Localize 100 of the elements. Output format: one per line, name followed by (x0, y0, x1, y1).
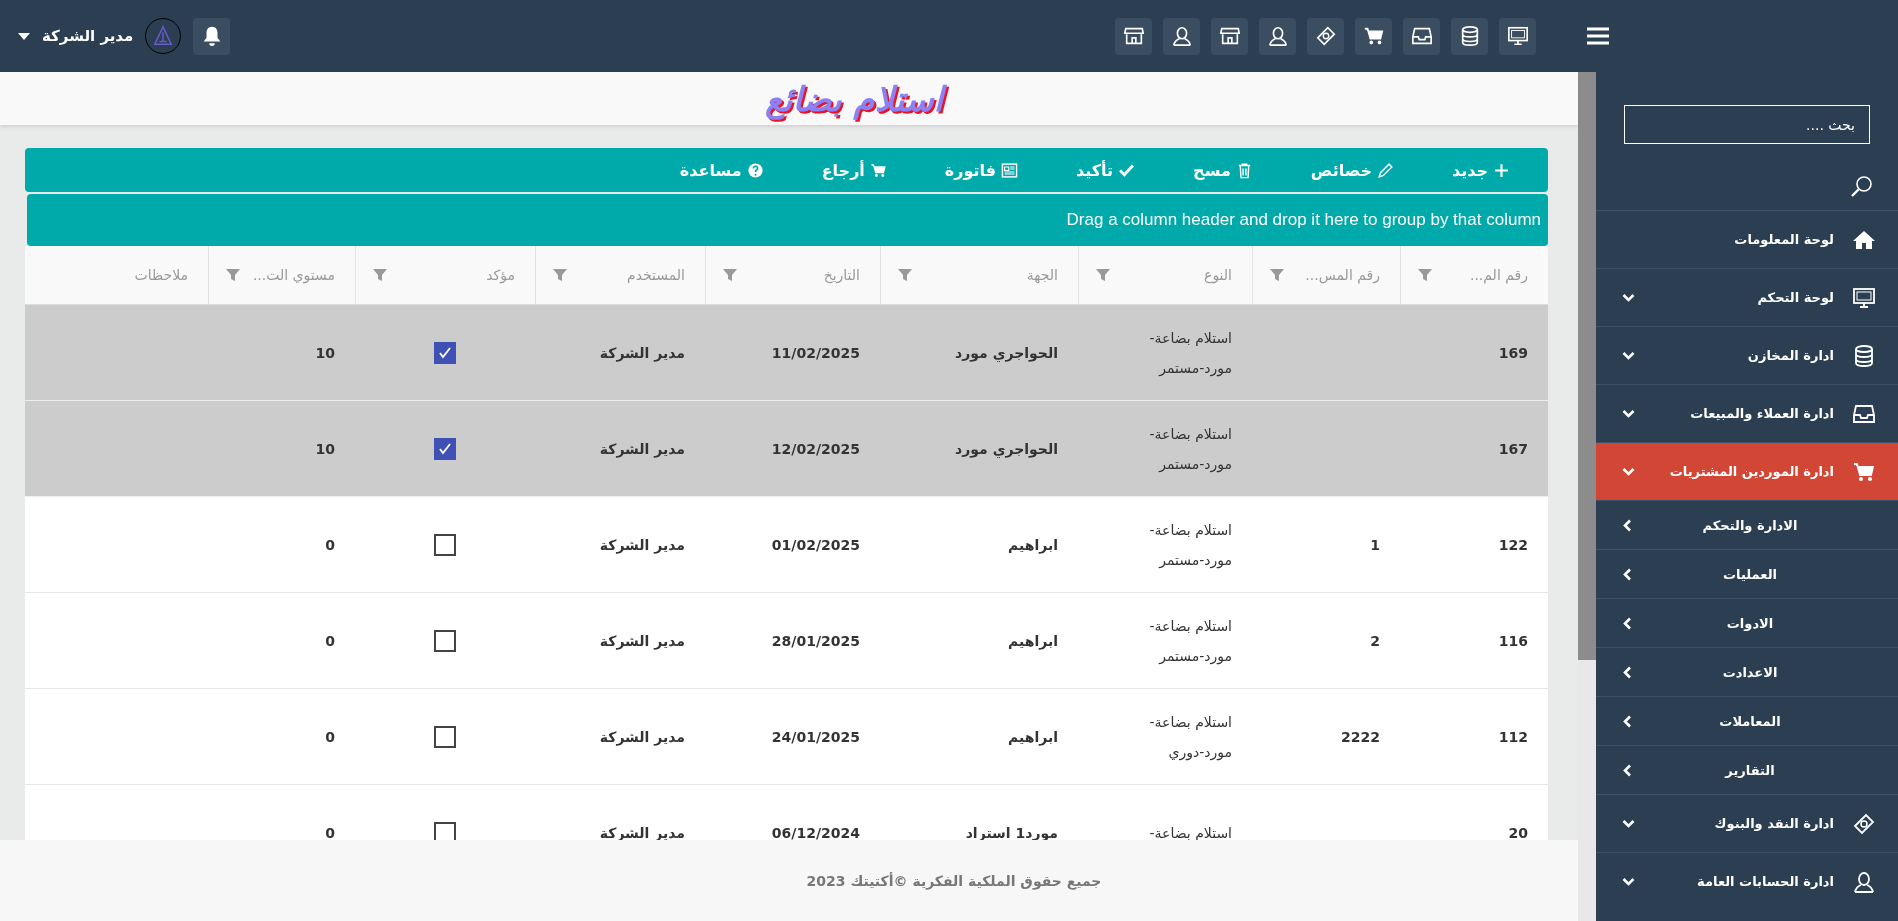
table-cell-text: ابراهيم (1007, 631, 1059, 652)
checkbox[interactable] (434, 533, 456, 556)
chevron-left-icon (1622, 665, 1632, 679)
table-cell-text: 0 (324, 727, 336, 747)
avatar-logo (145, 18, 182, 54)
inbox-icon (1410, 25, 1433, 47)
filter-icon[interactable] (897, 267, 913, 283)
chevron-down-icon (1622, 350, 1635, 361)
table-cell-text: ابراهيم (1007, 535, 1059, 556)
table-cell-text: استلام بضاعة- مورد-مستمر (1148, 616, 1233, 667)
sidebar-item[interactable]: ادارة الموردين المشتريات (1596, 442, 1898, 500)
help-icon (746, 161, 764, 179)
chevron-down-icon (1622, 818, 1635, 829)
table-cell-text: 2 (1369, 631, 1381, 651)
table-cell-text: مدير الشركة (598, 631, 686, 652)
banknote-button[interactable] (1307, 17, 1344, 55)
chevron-left-icon (1622, 714, 1632, 728)
user-icon (1266, 25, 1289, 47)
table-cell-text: 0 (324, 535, 336, 555)
table-cell-text: 0 (324, 631, 336, 651)
monitor-icon (1852, 285, 1876, 310)
table-cell-text: 06/12/2024 (770, 823, 861, 840)
checkbox[interactable] (434, 629, 456, 652)
filter-icon[interactable] (552, 267, 568, 283)
table-cell-text: 2222 (1340, 727, 1381, 747)
search-icon[interactable] (1850, 174, 1874, 198)
chevron-left-icon (1622, 616, 1632, 630)
table-cell-text: مدير الشركة (598, 823, 686, 840)
cart-button[interactable] (1355, 17, 1392, 55)
checkbox[interactable] (434, 437, 456, 460)
table-cell-text: مدير الشركة (598, 343, 686, 364)
table-cell-text: استلام بضاعة- مورد-دوري (1148, 712, 1233, 763)
table-cell-text: 169 (1497, 343, 1529, 363)
chevron-left-icon (1622, 518, 1632, 532)
user-icon (1852, 869, 1876, 894)
chevron-down-icon (1622, 876, 1635, 887)
filter-icon[interactable] (225, 267, 241, 283)
user-name[interactable]: مدير الشركة (42, 27, 134, 45)
chevron-left-icon (1622, 763, 1632, 777)
table-cell-text: 12/02/2025 (770, 439, 861, 459)
store-button[interactable] (1211, 17, 1248, 55)
plus-icon (1493, 161, 1510, 179)
filter-icon[interactable] (722, 267, 738, 283)
user-button[interactable] (1163, 17, 1200, 55)
inbox-button[interactable] (1403, 17, 1440, 55)
chevron-down-icon (1622, 466, 1635, 477)
search-field[interactable]: بحث .... (1624, 105, 1870, 144)
monitor-button[interactable] (1499, 17, 1536, 55)
table-cell-text: 28/01/2025 (770, 631, 861, 651)
table-cell-text: الحواجري مورد (954, 439, 1059, 460)
table-cell-text: 0 (324, 823, 336, 840)
cart-icon (869, 161, 887, 179)
table-cell-text: 112 (1497, 727, 1529, 747)
database-button[interactable] (1451, 17, 1488, 55)
table-cell-text: استلام بضاعة- (1148, 823, 1233, 840)
table-cell-text: استلام بضاعة- مورد-مستمر (1148, 328, 1233, 379)
newspaper-icon (1001, 161, 1018, 179)
chevron-left-icon (1622, 567, 1632, 581)
table-cell-text: 10 (314, 343, 336, 363)
filter-icon[interactable] (1417, 267, 1433, 283)
user-button[interactable] (1259, 17, 1296, 55)
table-cell-text: مدير الشركة (598, 439, 686, 460)
filter-icon[interactable] (372, 267, 388, 283)
dropdown-caret-icon[interactable] (18, 32, 30, 40)
user-icon (1170, 25, 1193, 47)
chevron-down-icon (1622, 292, 1635, 303)
table-cell-text: استلام بضاعة- مورد-مستمر (1148, 520, 1233, 571)
table-cell-text: استلام بضاعة- مورد-مستمر (1148, 424, 1233, 475)
table-cell-text: 116 (1497, 631, 1529, 651)
store-button[interactable] (1115, 17, 1152, 55)
banknote-icon (1852, 811, 1876, 836)
copyright-text: جميع حقوق الملكية الفكرية ©أكتيتك 2023 (806, 872, 1102, 889)
table-cell-text: 11/02/2025 (770, 343, 861, 363)
checkbox[interactable] (434, 341, 456, 364)
scrollbar-thumb[interactable] (1578, 72, 1596, 660)
table-cell-text: 10 (314, 439, 336, 459)
menu-icon[interactable] (1586, 26, 1610, 46)
table-cell-text: 1 (1369, 535, 1381, 555)
table-cell-text: 167 (1497, 439, 1529, 459)
checkbox[interactable] (434, 725, 456, 748)
table-cell-text: مدير الشركة (598, 535, 686, 556)
table-cell-text: مدير الشركة (598, 727, 686, 748)
notifications-button[interactable] (193, 17, 231, 55)
table-cell-text: الحواجري مورد (954, 343, 1059, 364)
checkbox[interactable] (434, 821, 456, 840)
group-panel-hint: Drag a column header and drop it here to group by that column (1066, 210, 1541, 230)
table-cell-text: ابراهيم (1007, 727, 1059, 748)
store-icon (1122, 25, 1145, 47)
filter-icon[interactable] (1095, 267, 1111, 283)
filter-icon[interactable] (1269, 267, 1285, 283)
chevron-down-icon (1622, 408, 1635, 419)
table-cell-text: 20 (1507, 823, 1529, 840)
check-icon (438, 441, 452, 456)
check-icon (438, 345, 452, 360)
table-cell-text: 24/01/2025 (770, 727, 861, 747)
cart-icon (1362, 25, 1385, 47)
table-cell-text: مورد1 استراد (964, 823, 1059, 840)
monitor-icon (1506, 25, 1529, 47)
database-icon (1852, 343, 1876, 368)
table-cell-text: 01/02/2025 (770, 535, 861, 555)
